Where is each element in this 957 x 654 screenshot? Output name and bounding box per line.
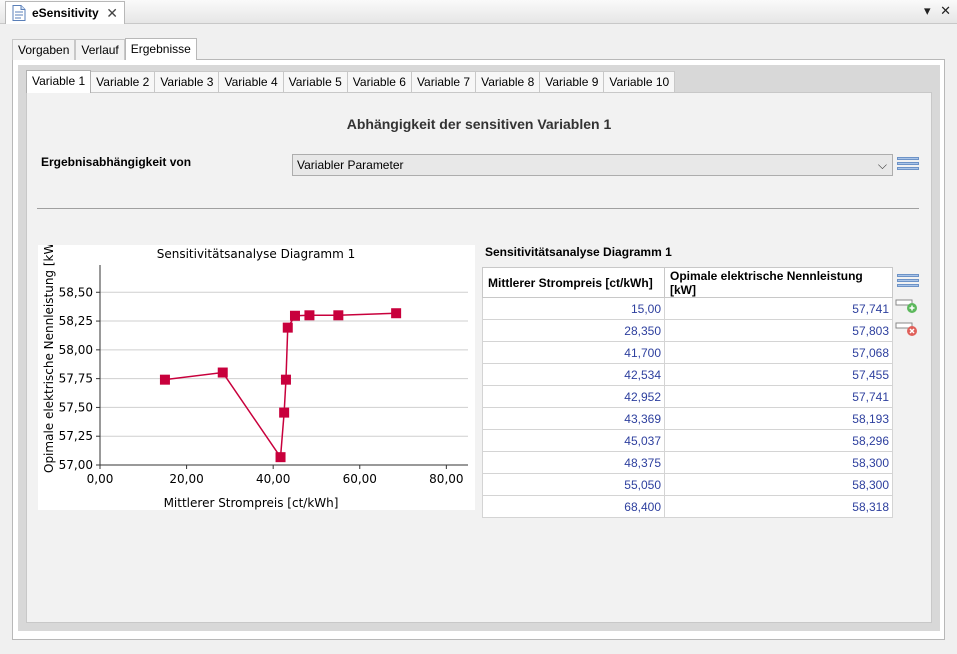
tab-variable-4[interactable]: Variable 4: [218, 71, 284, 92]
tab-variable-1[interactable]: Variable 1: [26, 70, 92, 93]
cell-strompreis[interactable]: 48,375: [482, 451, 665, 474]
series-line: [164, 312, 397, 460]
cell-nennleistung[interactable]: 58,300: [664, 451, 893, 474]
menu-dropdown-icon[interactable]: ▾: [924, 3, 931, 18]
column-header-strompreis[interactable]: Mittlerer Strompreis [ct/kWh]: [482, 267, 665, 298]
table-row[interactable]: 15,00 57,741: [482, 297, 893, 320]
data-point: [275, 452, 286, 463]
chart-x-axis-label: Mittlerer Strompreis [ct/kWh]: [164, 496, 339, 510]
data-point: [304, 310, 315, 321]
data-point: [280, 374, 291, 385]
data-point: [279, 407, 290, 418]
x-tick-label: 20,00: [169, 472, 203, 486]
tab-variable-9[interactable]: Variable 9: [539, 71, 605, 92]
document-icon: [12, 5, 26, 21]
table-row[interactable]: 68,400 58,318: [482, 495, 893, 518]
tab-variable-6[interactable]: Variable 6: [346, 71, 412, 92]
y-tick-label: 57,50: [59, 400, 93, 414]
document-title: eSensitivity: [32, 6, 99, 20]
y-tick-label: 58,25: [59, 314, 93, 328]
y-tick-label: 57,00: [59, 458, 93, 472]
table-row[interactable]: 41,700 57,068: [482, 341, 893, 364]
cell-strompreis[interactable]: 55,050: [482, 473, 665, 496]
cell-nennleistung[interactable]: 58,193: [664, 407, 893, 430]
cell-strompreis[interactable]: 43,369: [482, 407, 665, 430]
tab-variable-3[interactable]: Variable 3: [154, 71, 220, 92]
table-list-icon[interactable]: [897, 274, 919, 290]
chart-svg: Sensitivitätsanalyse Diagramm 1 57,00 57,…: [42, 243, 468, 510]
cell-strompreis[interactable]: 41,700: [482, 341, 665, 364]
results-table: Mittlerer Strompreis [ct/kWh] Opimale el…: [482, 267, 893, 518]
tab-variable-7[interactable]: Variable 7: [410, 71, 477, 92]
separator: [37, 208, 919, 209]
data-point: [333, 310, 344, 321]
window-controls: ▾ ✕: [918, 3, 951, 19]
tab-vorgaben[interactable]: Vorgaben: [12, 39, 76, 60]
table-row[interactable]: 42,952 57,741: [482, 385, 893, 408]
tab-variable-8[interactable]: Variable 8: [475, 71, 541, 92]
x-tick-label: 60,00: [343, 472, 377, 486]
chart-y-axis-label: Opimale elektrische Nennleistung [kW: [42, 245, 56, 473]
table-title: Sensitivitätsanalyse Diagramm 1: [485, 245, 672, 259]
section-title: Abhängigkeit der sensitiven Variablen 1: [346, 116, 612, 132]
cell-strompreis[interactable]: 42,952: [482, 385, 665, 408]
cell-nennleistung[interactable]: 58,318: [664, 495, 893, 518]
y-tick-label: 57,75: [59, 372, 93, 386]
y-tick-label: 58,00: [59, 343, 93, 357]
table-row[interactable]: 43,369 58,193: [482, 407, 893, 430]
table-row[interactable]: 28,350 57,803: [482, 319, 893, 342]
sensitivity-chart: Sensitivitätsanalyse Diagramm 1 57,00 57,…: [38, 243, 475, 510]
chart-title: Sensitivitätsanalyse Diagramm 1: [157, 247, 356, 261]
list-icon[interactable]: [897, 157, 919, 173]
column-header-nennleistung[interactable]: Opimale elektrische Nennleistung [kW]: [664, 267, 893, 298]
cell-nennleistung[interactable]: 58,300: [664, 473, 893, 496]
variable-tab-bar: Variable 1 Variable 2 Variable 3 Variabl…: [26, 70, 676, 93]
cell-nennleistung[interactable]: 57,741: [664, 297, 893, 320]
outer-tab-bar: Vorgaben Verlauf Ergebnisse: [12, 38, 197, 60]
dependency-label: Ergebnisabhängigkeit von: [41, 155, 192, 169]
title-bar: eSensitivity ✕ ▾ ✕: [0, 0, 957, 24]
cell-nennleistung[interactable]: 58,296: [664, 429, 893, 452]
table-row[interactable]: 42,534 57,455: [482, 363, 893, 386]
remove-row-icon[interactable]: [895, 321, 919, 337]
data-point: [217, 367, 228, 378]
tab-variable-10[interactable]: Variable 10: [603, 71, 676, 92]
data-point: [391, 308, 402, 319]
tab-verlauf[interactable]: Verlauf: [75, 39, 125, 60]
close-window-icon[interactable]: ✕: [940, 3, 951, 18]
cell-nennleistung[interactable]: 57,741: [664, 385, 893, 408]
x-tick-label: 80,00: [429, 472, 463, 486]
tab-ergebnisse[interactable]: Ergebnisse: [124, 38, 197, 60]
cell-nennleistung[interactable]: 57,068: [664, 341, 893, 364]
data-point: [282, 322, 293, 333]
data-point: [159, 374, 170, 385]
tab-variable-2[interactable]: Variable 2: [90, 71, 156, 92]
cell-strompreis[interactable]: 45,037: [482, 429, 665, 452]
cell-nennleistung[interactable]: 57,803: [664, 319, 893, 342]
table-header-row: Mittlerer Strompreis [ct/kWh] Opimale el…: [482, 267, 893, 298]
dependency-select[interactable]: Variabler Parameter ⌵: [292, 154, 893, 176]
cell-strompreis[interactable]: 68,400: [482, 495, 665, 518]
cell-nennleistung[interactable]: 57,455: [664, 363, 893, 386]
data-point: [289, 310, 300, 321]
chevron-down-icon: ⌵: [877, 158, 887, 172]
dependency-selected-value: Variabler Parameter: [297, 158, 404, 172]
cell-strompreis[interactable]: 15,00: [482, 297, 665, 320]
tab-variable-5[interactable]: Variable 5: [282, 71, 348, 92]
y-tick-label: 57,25: [59, 429, 93, 443]
x-tick-label: 0,00: [87, 472, 114, 486]
table-row[interactable]: 55,050 58,300: [482, 473, 893, 496]
add-row-icon[interactable]: [895, 298, 919, 314]
cell-strompreis[interactable]: 28,350: [482, 319, 665, 342]
table-row[interactable]: 45,037 58,296: [482, 429, 893, 452]
x-tick-label: 40,00: [256, 472, 290, 486]
y-tick-label: 58,50: [59, 285, 93, 299]
close-tab-icon[interactable]: ✕: [106, 5, 118, 22]
variable-content: Abhängigkeit der sensitiven Variablen 1 …: [26, 92, 932, 623]
table-row[interactable]: 48,375 58,300: [482, 451, 893, 474]
document-tab[interactable]: eSensitivity ✕: [5, 1, 125, 24]
cell-strompreis[interactable]: 42,534: [482, 363, 665, 386]
